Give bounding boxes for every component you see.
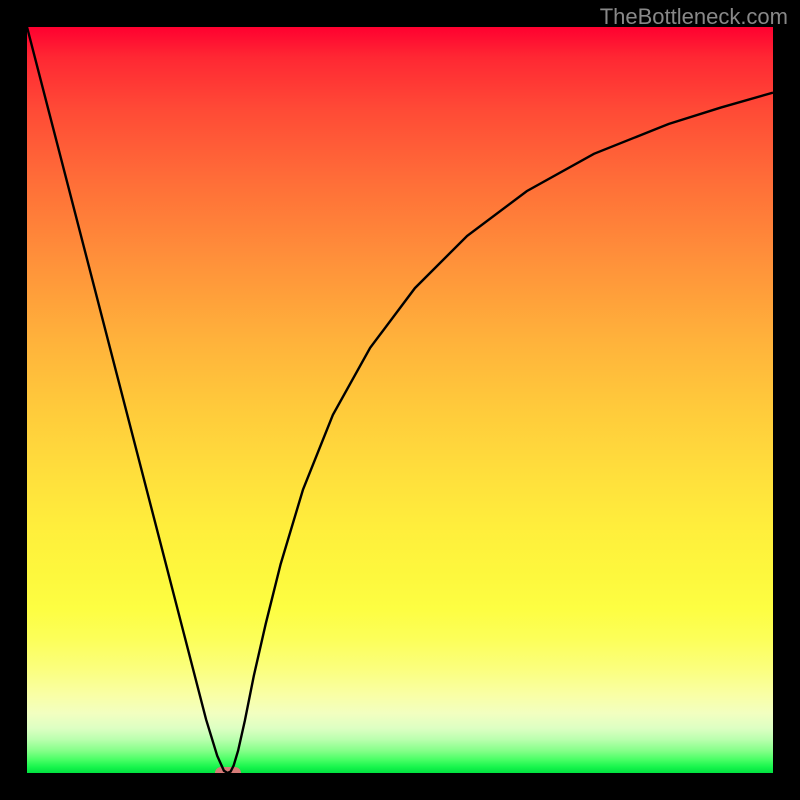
plot-area: [27, 27, 773, 773]
curve-line: [27, 27, 773, 773]
watermark-text: TheBottleneck.com: [600, 4, 788, 30]
chart-frame: TheBottleneck.com: [0, 0, 800, 800]
